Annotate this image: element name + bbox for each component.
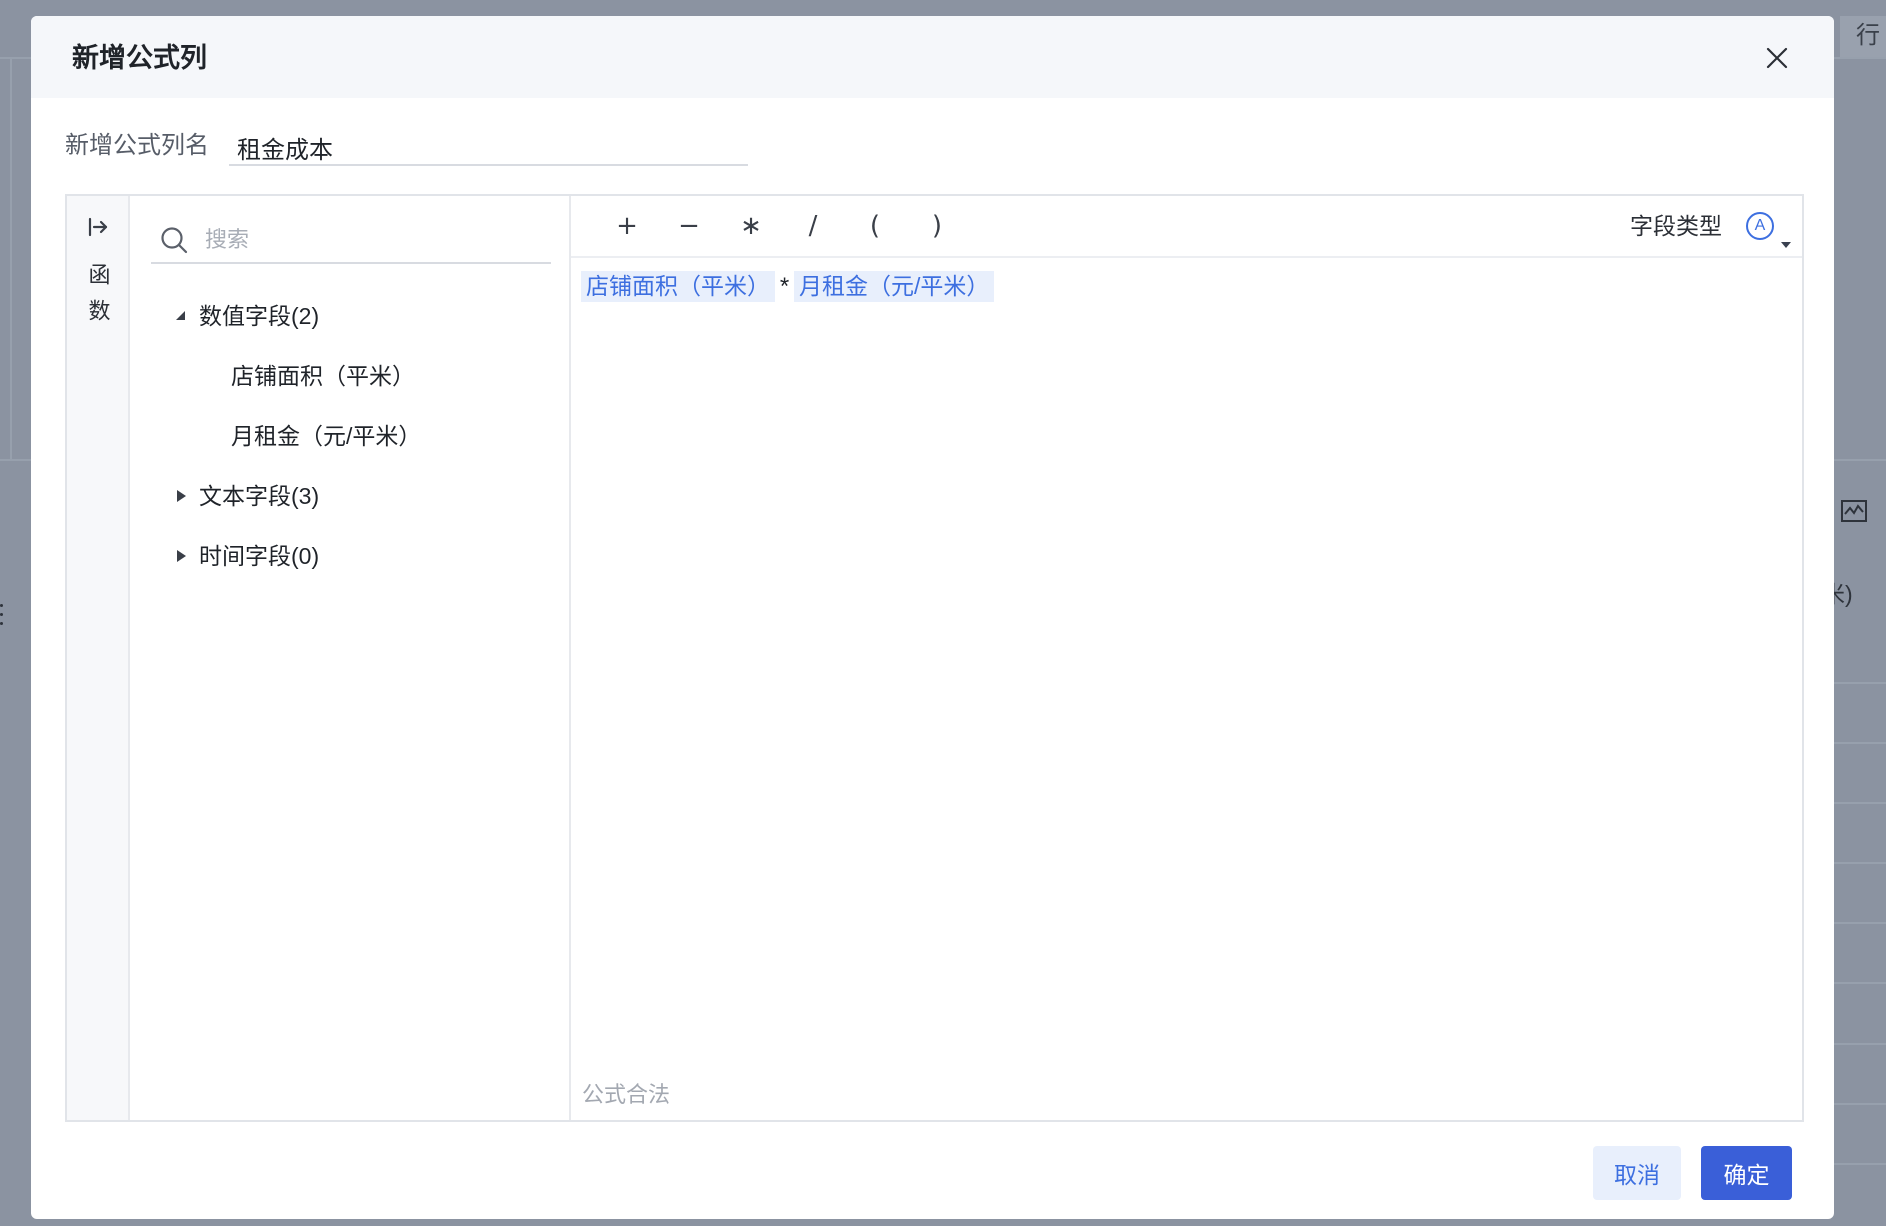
background-gridline [10,57,12,459]
caret-icon[interactable] [175,550,187,562]
cancel-button[interactable]: 取消 [1593,1146,1681,1200]
background-gridline [1834,1103,1886,1105]
background-gridline [1834,922,1886,924]
field-group-text[interactable]: 文本字段(3) [130,466,569,526]
background-gridline [1834,682,1886,684]
function-tab-label[interactable]: 函数 [86,263,111,335]
operator-minus-button[interactable]: − [669,206,709,246]
formula-operator-token: * [779,273,790,300]
background-gridline [1834,802,1886,804]
formula-field-token[interactable]: 店铺面积（平米） [581,271,775,302]
formula-field-token[interactable]: 月租金（元/平米） [794,271,995,302]
background-gridline [1834,1163,1886,1165]
background-gridline [1834,1043,1886,1045]
chart-icon [1841,500,1867,522]
formula-editor-panel: 函数 数值字段(2) 店铺面积（平米） 月租金（元/ [65,194,1804,1122]
field-item[interactable]: 店铺面积（平米） [130,346,569,406]
formula-column-dialog: 新增公式列 新增公式列名 函数 [31,16,1834,1219]
operator-right-paren-button[interactable]: ) [917,206,957,246]
background-gridline [1834,742,1886,744]
caret-icon[interactable] [175,490,187,502]
function-tab: 函数 [67,196,130,1120]
field-search-input[interactable] [205,227,525,253]
formula-expression[interactable]: 店铺面积（平米） * 月租金（元/平米） [581,271,995,302]
caret-down-icon[interactable] [1781,242,1791,248]
expand-right-icon [88,217,108,237]
background-gridline [1834,862,1886,864]
field-item[interactable]: 月租金（元/平米） [130,406,569,466]
operator-divide-button[interactable]: / [793,206,833,246]
column-name-input[interactable] [229,130,748,166]
dialog-header: 新增公式列 [31,16,1834,98]
field-group-label: 时间字段(0) [199,543,320,569]
close-icon [1766,47,1788,69]
operator-multiply-button[interactable]: ∗ [731,206,771,246]
confirm-button[interactable]: 确定 [1701,1146,1792,1200]
field-group-numeric[interactable]: 数值字段(2) [130,286,569,346]
background-column-header: 行 [1840,16,1886,57]
field-item-label: 店铺面积（平米） [231,363,415,389]
operator-plus-button[interactable]: + [607,206,647,246]
search-icon [160,226,188,254]
background-column-header-text: 行 [1856,22,1880,49]
field-group-label: 文本字段(3) [199,483,320,509]
more-vertical-icon [0,604,4,632]
operator-group: + − ∗ / ( ) [607,196,957,256]
field-type-label[interactable]: 字段类型 [1630,211,1722,241]
caret-icon[interactable] [175,310,187,322]
column-name-label: 新增公式列名 [65,132,209,159]
formula-editor: + − ∗ / ( ) 字段类型 A 店铺面积（平米） * 月租金（元/平米） … [571,196,1802,1120]
letter-a-circle-icon[interactable]: A [1746,212,1774,240]
field-item-label: 月租金（元/平米） [231,423,422,449]
operator-left-paren-button[interactable]: ( [855,206,895,246]
dialog-title: 新增公式列 [72,43,207,73]
background-gridline [1834,982,1886,984]
field-group-time[interactable]: 时间字段(0) [130,526,569,586]
formula-status: 公式合法 [582,1082,671,1107]
field-group-label: 数值字段(2) [199,303,320,329]
expand-functions-button[interactable] [86,215,110,239]
field-list: 数值字段(2) 店铺面积（平米） 月租金（元/平米） 文本字段(3) 时间字段(… [130,196,571,1120]
operator-toolbar: + − ∗ / ( ) 字段类型 A [571,196,1802,258]
field-search [151,218,551,264]
close-button[interactable] [1761,42,1793,74]
